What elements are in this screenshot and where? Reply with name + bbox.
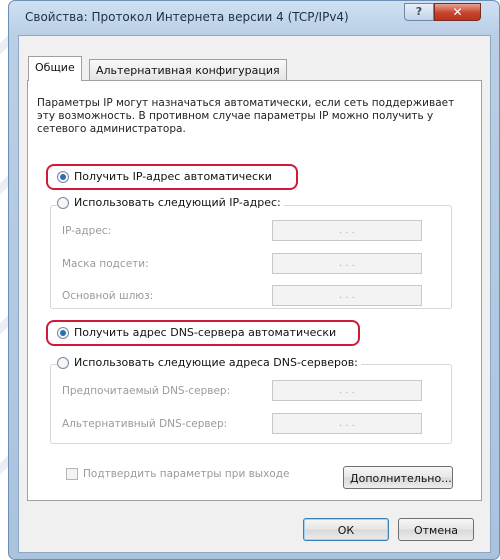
help-button[interactable]: ?	[404, 3, 434, 21]
radio-dns-manual-indicator[interactable]	[57, 356, 69, 369]
alternate-dns-label: Альтернативный DNS-сервер:	[62, 418, 228, 430]
description-text: Параметры IP могут назначаться автоматич…	[37, 97, 455, 135]
tab-alternate-config-label: Альтернативная конфигурация	[96, 64, 280, 77]
default-gateway-label: Основной шлюз:	[62, 290, 154, 302]
subnet-mask-field[interactable]: . . .	[272, 253, 422, 274]
subnet-mask-label: Маска подсети:	[62, 258, 149, 270]
close-button[interactable]: ✕	[434, 3, 481, 21]
ip-address-value: . . .	[339, 225, 355, 236]
validate-on-exit-checkbox-box[interactable]	[66, 468, 78, 480]
radio-dns-auto-indicator[interactable]	[57, 326, 69, 339]
validate-on-exit-checkbox[interactable]: Подтвердить параметры при выходе	[66, 468, 289, 480]
radio-ip-manual-indicator[interactable]	[57, 196, 69, 209]
radio-dns-auto[interactable]: Получить адрес DNS-сервера автоматически	[57, 326, 336, 339]
subnet-mask-value: . . .	[339, 258, 355, 269]
window-title: Свойства: Протокол Интернета версии 4 (T…	[25, 10, 349, 24]
radio-ip-auto-indicator[interactable]	[57, 170, 69, 183]
ip-address-label: IP-адрес:	[62, 225, 112, 237]
preferred-dns-label: Предпочитаемый DNS-сервер:	[62, 385, 231, 397]
tab-general[interactable]: Общие	[28, 56, 82, 81]
advanced-button[interactable]: Дополнительно...	[343, 466, 453, 489]
radio-dns-manual-label: Использовать следующие адреса DNS-сервер…	[74, 356, 358, 369]
preferred-dns-field[interactable]: . . .	[272, 380, 422, 401]
radio-ip-auto-label: Получить IP-адрес автоматически	[74, 170, 272, 183]
default-gateway-value: . . .	[339, 290, 355, 301]
ip-address-field[interactable]: . . .	[272, 220, 422, 241]
radio-dns-auto-label: Получить адрес DNS-сервера автоматически	[74, 326, 337, 339]
radio-dns-manual[interactable]: Использовать следующие адреса DNS-сервер…	[57, 356, 361, 369]
default-gateway-field[interactable]: . . .	[272, 285, 422, 306]
radio-ip-manual[interactable]: Использовать следующий IP-адрес:	[57, 196, 284, 209]
alternate-dns-field[interactable]: . . .	[272, 413, 422, 434]
tab-alternate-config[interactable]: Альтернативная конфигурация	[89, 59, 287, 81]
radio-ip-auto[interactable]: Получить IP-адрес автоматически	[57, 170, 272, 183]
tab-general-label: Общие	[35, 61, 75, 74]
alternate-dns-value: . . .	[339, 418, 355, 429]
radio-ip-manual-label: Использовать следующий IP-адрес:	[74, 196, 281, 209]
title-bar[interactable]: Свойства: Протокол Интернета версии 4 (T…	[9, 1, 499, 35]
preferred-dns-value: . . .	[339, 385, 355, 396]
validate-on-exit-label: Подтвердить параметры при выходе	[83, 468, 290, 480]
cancel-button[interactable]: Отмена	[398, 518, 474, 541]
ok-button[interactable]: ОК	[303, 518, 389, 541]
